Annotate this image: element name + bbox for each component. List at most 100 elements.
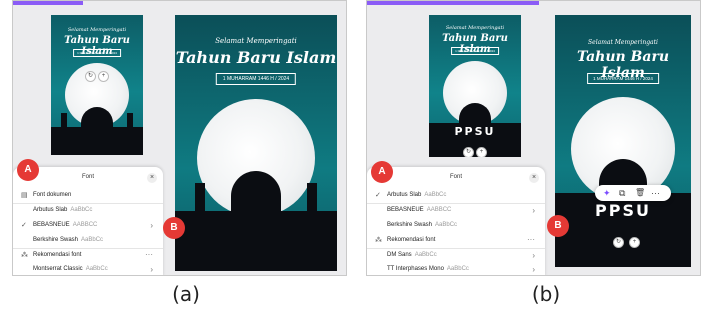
- minaret: [307, 183, 317, 213]
- check-icon: ✓: [375, 192, 381, 199]
- font-sample: AABBCC: [72, 222, 98, 228]
- font-option-label: Rekomendasi font: [33, 252, 84, 258]
- annotation-marker-b: B: [547, 215, 569, 237]
- font-option-row[interactable]: ⁂ Rekomendasi font ···: [13, 249, 163, 263]
- font-sheet: Font × ▤ Font dokumen Arbutus Slab AaBbCc ✓ B…: [13, 167, 163, 275]
- minaret: [61, 113, 67, 129]
- font-option-row[interactable]: Montserrat Classic AaBbCc ›: [13, 263, 163, 275]
- chevron-right-icon[interactable]: ›: [532, 265, 535, 274]
- font-sample: AaBbCc: [424, 192, 447, 198]
- more-icon[interactable]: ···: [527, 235, 535, 244]
- font-option-row[interactable]: ✓ Arbutus Slab AaBbCc: [367, 189, 545, 203]
- font-option-label: BEBASNEUE AABBCC: [33, 222, 97, 228]
- caption-b: (b): [531, 282, 561, 306]
- chevron-right-icon[interactable]: ›: [150, 265, 153, 274]
- poster-date: 1 MUHARRAM 1446 H / 2024: [451, 47, 499, 55]
- font-option-row[interactable]: ✓ BEBASNEUE AABBCC ›: [13, 219, 163, 233]
- chevron-right-icon[interactable]: ›: [150, 221, 153, 230]
- add-button[interactable]: +: [629, 237, 640, 248]
- mosque-silhouette: [51, 127, 143, 155]
- add-button[interactable]: +: [98, 71, 109, 82]
- close-button[interactable]: ×: [147, 173, 157, 183]
- sparkle-icon: ⁂: [375, 237, 382, 244]
- font-sheet: Font × ✓ Arbutus Slab AaBbCc BEBASNEUE AABBC…: [367, 167, 545, 275]
- more-icon[interactable]: ···: [651, 188, 660, 198]
- font-name: Rekomendasi font: [33, 252, 82, 258]
- logo-text[interactable]: PPSU: [555, 201, 691, 220]
- rotate-button[interactable]: ↻: [463, 147, 474, 157]
- font-name: TT Interphases Mono: [387, 266, 444, 272]
- font-option-label: Berkshire Swash AaBbCc: [33, 237, 103, 243]
- font-option-row[interactable]: Arbutus Slab AaBbCc: [13, 204, 163, 218]
- font-option-label: Arbutus Slab AaBbCc: [387, 192, 446, 198]
- screenshot-panel-a: Selamat Memperingati Tahun Baru Islam 1 …: [12, 0, 347, 276]
- chevron-right-icon[interactable]: ›: [532, 206, 535, 215]
- copy-icon[interactable]: ⧉: [619, 188, 625, 199]
- font-name: Montserrat Classic: [33, 266, 83, 272]
- caption-a: (a): [172, 282, 200, 306]
- font-option-row[interactable]: DM Sans AaBbCc ›: [367, 249, 545, 263]
- font-option-row[interactable]: Berkshire Swash AaBbCc: [13, 234, 163, 248]
- poster-greeting: Selamat Memperingati: [445, 25, 505, 31]
- minaret: [127, 113, 133, 129]
- rotate-button[interactable]: ↻: [85, 71, 96, 82]
- font-option-row[interactable]: ⁂ Rekomendasi font ···: [367, 234, 545, 248]
- font-name: DM Sans: [387, 252, 412, 258]
- font-name: BEBASNEUE: [33, 222, 70, 228]
- poster-date: 1 MUHARRAM 1446 H / 2024: [215, 73, 297, 85]
- font-option-label: Berkshire Swash AaBbCc: [387, 222, 457, 228]
- poster-date: 1 MUHARRAM 1446 H / 2024: [587, 73, 659, 84]
- annotation-marker-b: B: [163, 217, 185, 239]
- font-option-label: BEBASNEUE AABBCC: [387, 207, 451, 213]
- chevron-right-icon[interactable]: ›: [532, 251, 535, 260]
- logo-text[interactable]: PPSU: [429, 125, 521, 138]
- font-sample: AaBbCc: [446, 266, 469, 272]
- poster-canvas[interactable]: Selamat Memperingati Tahun Baru Islam 1 …: [175, 15, 337, 271]
- font-option-row[interactable]: BEBASNEUE AABBCC ›: [367, 204, 545, 218]
- document-icon: ▤: [21, 192, 28, 199]
- font-option-row[interactable]: ▤ Font dokumen: [13, 189, 163, 203]
- font-name: Arbutus Slab: [387, 192, 422, 198]
- font-sheet-title: Font: [449, 174, 462, 180]
- font-option-label: Arbutus Slab AaBbCc: [33, 207, 92, 213]
- poster-canvas[interactable]: Selamat Memperingati Tahun Baru Islam 1 …: [555, 15, 691, 267]
- close-button[interactable]: ×: [529, 173, 539, 183]
- app-top-bar: [13, 1, 83, 5]
- minaret: [195, 183, 205, 213]
- font-name: Berkshire Swash: [387, 222, 433, 228]
- font-option-label: Font dokumen: [33, 192, 74, 198]
- font-sample: AaBbCc: [81, 237, 104, 243]
- font-option-label: DM Sans AaBbCc: [387, 252, 437, 258]
- rotate-button[interactable]: ↻: [613, 237, 624, 248]
- mosque-dome: [231, 171, 281, 213]
- font-option-label: Montserrat Classic AaBbCc: [33, 266, 108, 272]
- add-button[interactable]: +: [476, 147, 487, 157]
- poster-greeting: Selamat Memperingati: [588, 39, 658, 46]
- app-top-bar: [367, 1, 539, 5]
- font-sample: AABBCC: [426, 207, 452, 213]
- font-option-row[interactable]: TT Interphases Mono AaBbCc ›: [367, 263, 545, 275]
- magic-icon[interactable]: ✦: [603, 188, 611, 199]
- font-option-row[interactable]: Berkshire Swash AaBbCc: [367, 219, 545, 233]
- font-name: Rekomendasi font: [387, 237, 436, 243]
- more-icon[interactable]: ···: [145, 250, 153, 259]
- font-name: Berkshire Swash: [33, 237, 79, 243]
- font-option-label: TT Interphases Mono AaBbCc: [387, 266, 469, 272]
- font-sample: AaBbCc: [414, 252, 437, 258]
- poster-greeting: Selamat Memperingati: [67, 27, 127, 33]
- annotation-marker-a: A: [371, 161, 393, 183]
- font-sample: AaBbCc: [85, 266, 108, 272]
- check-icon: ✓: [21, 222, 27, 229]
- sparkle-icon: ⁂: [21, 252, 28, 259]
- font-name: Font dokumen: [33, 192, 72, 198]
- element-toolbar: ✦ ⧉ 🗑 ···: [595, 185, 671, 201]
- mosque-silhouette: [175, 211, 337, 271]
- poster-thumbnail[interactable]: Selamat Memperingati Tahun Baru Islam 1 …: [429, 15, 521, 157]
- trash-icon[interactable]: 🗑: [635, 188, 645, 197]
- font-option-label: Rekomendasi font: [387, 237, 438, 243]
- font-name: BEBASNEUE: [387, 207, 424, 213]
- font-sample: AaBbCc: [70, 207, 93, 213]
- font-sample: AaBbCc: [435, 222, 458, 228]
- poster-thumbnail[interactable]: Selamat Memperingati Tahun Baru Islam 1 …: [51, 15, 143, 155]
- poster-greeting: Selamat Memperingati: [215, 37, 297, 45]
